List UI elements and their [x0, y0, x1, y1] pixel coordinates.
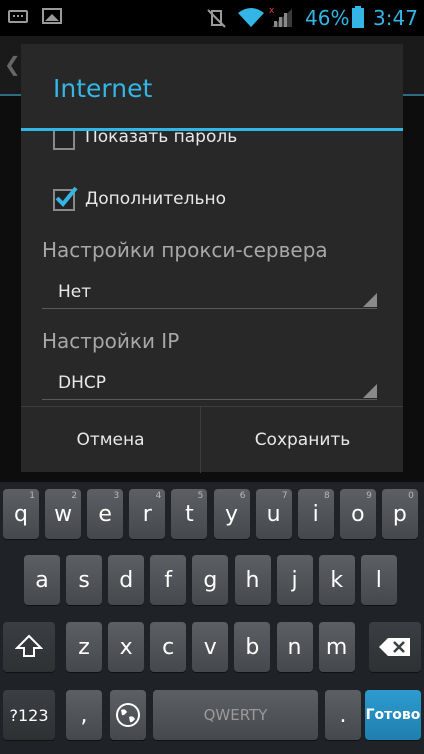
backspace-icon — [379, 638, 410, 656]
cell-signal-icon: x — [269, 6, 292, 27]
key-label: q — [14, 501, 28, 527]
key-label: t — [185, 501, 194, 527]
language-key[interactable] — [110, 690, 146, 740]
proxy-spinner[interactable]: Нет — [42, 273, 377, 309]
vibrate-off-icon — [207, 9, 226, 28]
key-hint: 0 — [408, 491, 414, 501]
key-j[interactable]: j — [276, 555, 313, 605]
key-label: u — [266, 501, 281, 527]
image-notification-icon — [42, 8, 62, 24]
cancel-button[interactable]: Отмена — [21, 407, 201, 473]
battery-percentage: 46% — [305, 6, 350, 30]
key-hint: 5 — [197, 491, 204, 501]
symbols-key[interactable]: ?123 — [3, 690, 55, 740]
key-label: i — [312, 501, 319, 527]
key-w[interactable]: 2w — [45, 489, 82, 539]
shift-arrow-icon — [15, 634, 43, 657]
save-button[interactable]: Сохранить — [202, 407, 403, 473]
show-password-checkbox[interactable] — [53, 131, 75, 150]
key-q[interactable]: 1q — [3, 489, 39, 539]
spinner-arrow-icon — [363, 293, 377, 307]
key-h[interactable]: h — [234, 555, 271, 605]
key-m[interactable]: m — [318, 622, 355, 672]
key-z[interactable]: z — [66, 622, 102, 672]
battery-icon — [352, 6, 364, 28]
proxy-settings-heading: Настройки прокси-сервера — [42, 238, 328, 262]
ip-spinner[interactable]: DHCP — [42, 364, 377, 400]
key-label: e — [98, 501, 112, 527]
period-key[interactable]: . — [325, 690, 361, 740]
keyboard-notification-icon — [8, 10, 28, 23]
wifi-icon — [238, 8, 264, 27]
key-x[interactable]: x — [108, 622, 145, 672]
key-p[interactable]: 0p — [381, 489, 418, 539]
advanced-label: Дополнительно — [85, 189, 226, 209]
key-o[interactable]: 9o — [339, 489, 376, 539]
key-label: w — [54, 501, 73, 527]
key-s[interactable]: s — [66, 555, 103, 605]
key-c[interactable]: c — [150, 622, 187, 672]
key-t[interactable]: 5t — [171, 489, 208, 539]
svg-text:x: x — [269, 6, 275, 16]
key-hint: 6 — [239, 491, 246, 501]
key-hint: 8 — [323, 491, 330, 501]
done-key[interactable]: Готово — [365, 690, 421, 740]
dialog-content[interactable]: Показать пароль Дополнительно Настройки … — [21, 131, 403, 405]
key-e[interactable]: 3e — [87, 489, 124, 539]
back-chevron-icon[interactable]: ❮ — [4, 52, 21, 76]
key-hint: 2 — [71, 491, 78, 501]
advanced-checkbox[interactable] — [53, 186, 78, 211]
checkmark-icon — [55, 186, 78, 207]
key-u[interactable]: 7u — [255, 489, 292, 539]
dialog-button-bar: Отмена Сохранить — [21, 406, 403, 473]
clock: 3:47 — [373, 6, 418, 30]
wifi-dialog: Internet Показать пароль Дополнительно Н… — [21, 44, 403, 473]
key-hint: 7 — [281, 491, 288, 501]
soft-keyboard: 1q2w3e4r5t6y7u8i9o0p asdfghjkl zxcvbnm ?… — [0, 482, 424, 754]
key-y[interactable]: 6y — [213, 489, 250, 539]
show-password-label: Показать пароль — [85, 131, 238, 147]
key-hint: 9 — [366, 491, 372, 501]
key-v[interactable]: v — [192, 622, 229, 672]
key-a[interactable]: a — [24, 555, 60, 605]
shift-key[interactable] — [3, 622, 55, 672]
ip-value: DHCP — [58, 373, 106, 393]
key-n[interactable]: n — [276, 622, 313, 672]
comma-key[interactable]: , — [66, 690, 102, 740]
key-hint: 4 — [155, 491, 162, 501]
key-k[interactable]: k — [318, 555, 355, 605]
key-i[interactable]: 8i — [297, 489, 334, 539]
key-hint: 1 — [29, 491, 35, 501]
key-d[interactable]: d — [108, 555, 145, 605]
key-label: p — [392, 501, 407, 527]
key-f[interactable]: f — [150, 555, 187, 605]
key-hint: 3 — [113, 491, 120, 501]
key-g[interactable]: g — [192, 555, 229, 605]
dialog-title: Internet — [53, 74, 153, 103]
spinner-arrow-icon — [363, 384, 377, 398]
key-label: r — [142, 501, 152, 527]
globe-icon — [116, 703, 140, 727]
key-label: o — [351, 501, 365, 527]
ip-settings-heading: Настройки IP — [42, 329, 180, 353]
key-r[interactable]: 4r — [129, 489, 166, 539]
backspace-key[interactable] — [369, 622, 421, 672]
status-bar: x 46% 3:47 — [0, 0, 424, 36]
key-b[interactable]: b — [234, 622, 271, 672]
key-l[interactable]: l — [360, 555, 397, 605]
space-bar[interactable]: QWERTY — [153, 690, 318, 740]
key-label: y — [224, 501, 239, 527]
proxy-value: Нет — [58, 282, 92, 302]
